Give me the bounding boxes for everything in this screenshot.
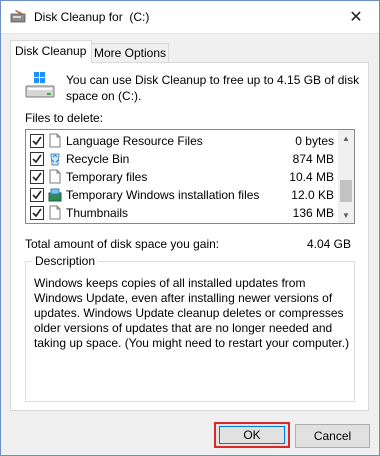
scrollbar-thumb[interactable] <box>340 180 352 202</box>
drive-icon <box>25 72 55 98</box>
blank-file-icon <box>49 205 61 220</box>
file-size: 874 MB <box>292 152 334 166</box>
intro-text: You can use Disk Cleanup to free up to 4… <box>66 73 360 103</box>
checkmark-icon <box>32 172 42 182</box>
blank-file-icon <box>49 169 61 184</box>
title-bar: Disk Cleanup for (C:) ✕ <box>1 1 379 34</box>
file-name: Recycle Bin <box>66 152 130 166</box>
scroll-up-icon[interactable]: ▲ <box>338 130 354 146</box>
file-size: 136 MB <box>292 206 334 220</box>
file-name: Temporary Windows installation files <box>66 188 260 202</box>
description-text: Windows keeps copies of all installed up… <box>34 276 350 350</box>
description-title: Description <box>32 254 99 268</box>
file-name: Temporary files <box>66 170 148 184</box>
checkbox[interactable] <box>30 134 44 148</box>
list-item[interactable]: Temporary Windows installation files 12.… <box>26 186 338 204</box>
list-item[interactable]: Thumbnails 136 MB <box>26 204 338 222</box>
scroll-down-icon[interactable]: ▼ <box>338 207 354 223</box>
checkbox[interactable] <box>30 170 44 184</box>
cancel-button[interactable]: Cancel <box>295 424 370 448</box>
checkmark-icon <box>32 190 42 200</box>
description-group: Description Windows keeps copies of all … <box>25 254 355 402</box>
checkbox[interactable] <box>30 188 44 202</box>
file-name: Language Resource Files <box>66 134 203 148</box>
close-button[interactable]: ✕ <box>333 1 379 33</box>
list-item[interactable]: Language Resource Files 0 bytes <box>26 132 338 150</box>
windows-install-icon <box>48 188 62 202</box>
disk-cleanup-panel: You can use Disk Cleanup to free up to 4… <box>10 62 369 411</box>
list-scrollbar[interactable]: ▲ ▼ <box>338 130 354 223</box>
total-space-value: 4.04 GB <box>306 237 351 251</box>
files-list[interactable]: Language Resource Files 0 bytes Recycle … <box>25 129 355 224</box>
tab-disk-cleanup[interactable]: Disk Cleanup <box>10 40 92 63</box>
files-to-delete-label: Files to delete: <box>25 111 104 125</box>
list-item[interactable]: Recycle Bin 874 MB <box>26 150 338 168</box>
file-size: 10.4 MB <box>289 170 334 184</box>
tab-more-options[interactable]: More Options <box>89 43 169 62</box>
disk-cleanup-icon <box>10 10 26 23</box>
ok-button[interactable]: OK <box>214 422 290 448</box>
disk-cleanup-window: Disk Cleanup for (C:) ✕ Disk Cleanup Mor… <box>0 0 380 456</box>
close-icon: ✕ <box>349 9 363 26</box>
checkmark-icon <box>32 136 42 146</box>
file-name: Thumbnails <box>66 206 129 220</box>
checkbox[interactable] <box>30 152 44 166</box>
checkmark-icon <box>32 208 42 218</box>
ok-button-label: OK <box>219 426 285 444</box>
recycle-bin-icon <box>50 153 60 166</box>
total-space-label: Total amount of disk space you gain: <box>25 237 220 251</box>
window-title: Disk Cleanup for (C:) <box>34 10 150 24</box>
blank-file-icon <box>49 133 61 148</box>
list-item[interactable]: Temporary files 10.4 MB <box>26 168 338 186</box>
checkbox[interactable] <box>30 206 44 220</box>
checkmark-icon <box>32 154 42 164</box>
file-size: 12.0 KB <box>291 188 334 202</box>
file-size: 0 bytes <box>295 134 334 148</box>
